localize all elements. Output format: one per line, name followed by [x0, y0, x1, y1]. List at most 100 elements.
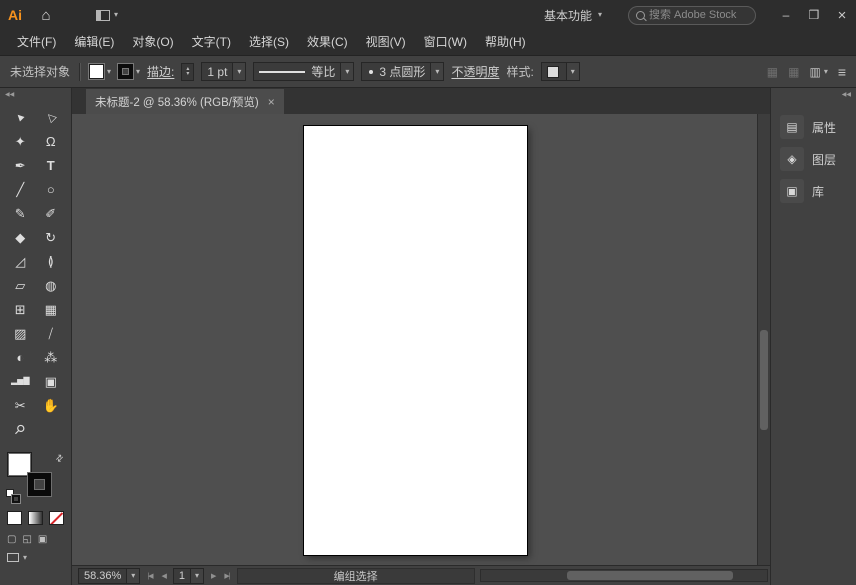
mesh-tool[interactable]: ▦ [36, 297, 67, 321]
symbol-sprayer-tool[interactable]: ⁂ [36, 345, 67, 369]
paintbrush-tool[interactable]: ✎ [5, 201, 36, 225]
blend-tool[interactable]: ◐ [5, 345, 36, 369]
minimize-button[interactable]: – [772, 0, 800, 30]
type-tool[interactable]: T [36, 153, 67, 177]
previous-artboard-button[interactable]: ◀ [160, 572, 168, 580]
menu-item[interactable]: 效果(C) [298, 30, 357, 55]
stroke-width-value: 1 pt [207, 64, 228, 79]
status-display[interactable]: 编组选择 [236, 567, 475, 584]
next-artboard-button[interactable]: ▶ [209, 572, 217, 580]
distribute-objects-icon[interactable]: ▦ [788, 65, 799, 79]
close-button[interactable]: × [828, 0, 856, 30]
screen-mode-icon [7, 553, 19, 562]
menu-item[interactable]: 文字(T) [183, 30, 240, 55]
menu-item[interactable]: 对象(O) [123, 30, 182, 55]
horizontal-scrollbar-thumb[interactable] [566, 571, 733, 580]
stroke-panel-link[interactable]: 描边: [147, 63, 174, 80]
panel-tab-properties[interactable]: ▤ 属性 [771, 113, 856, 141]
width-profile-select[interactable]: 等比 ▾ [253, 62, 355, 81]
document-tab[interactable]: 未标题-2 @ 58.36% (RGB/预览) × [86, 89, 284, 114]
swap-fill-stroke-button[interactable]: ⇄ [54, 452, 67, 465]
menu-item[interactable]: 窗口(W) [415, 30, 476, 55]
lasso-tool[interactable]: Ω [36, 129, 67, 153]
width-tool[interactable]: ≬ [36, 249, 67, 273]
first-icon: |◀ [147, 572, 153, 580]
pencil-tool[interactable]: ✐ [36, 201, 67, 225]
column-graph-tool[interactable]: ▂▅▇ [5, 369, 36, 393]
stroke-color-picker[interactable]: ▾ [118, 64, 140, 79]
search-input[interactable] [649, 9, 755, 21]
gradient-button[interactable] [28, 511, 43, 525]
menu-item[interactable]: 编辑(E) [65, 30, 123, 55]
gradient-tool[interactable]: ▨ [5, 321, 36, 345]
workspace-name: 基本功能 [543, 8, 592, 23]
pen-tool[interactable]: ✒ [5, 153, 36, 177]
magic-wand-tool[interactable]: ✦ [5, 129, 36, 153]
panel-tab-layers[interactable]: ◈ 图层 [771, 145, 856, 173]
eraser-tool[interactable]: ◆ [5, 225, 36, 249]
draw-behind-button[interactable]: ◱ [22, 534, 31, 545]
arrange-documents-button[interactable]: ▾ [92, 8, 122, 23]
fill-color-picker[interactable]: ▾ [89, 64, 111, 79]
draw-normal-button[interactable]: ▢ [7, 534, 16, 545]
direct-selection-tool[interactable]: △ [36, 105, 67, 129]
color-button[interactable] [7, 511, 22, 525]
artboard-tool[interactable]: ▣ [36, 369, 67, 393]
stock-search-box[interactable] [628, 5, 756, 25]
ellipse-tool[interactable]: ○ [36, 177, 67, 201]
artboard[interactable] [304, 126, 527, 555]
selection-tool[interactable]: ▲ [5, 105, 36, 129]
graphic-style-select[interactable]: ▾ [540, 62, 580, 81]
rotate-tool[interactable]: ↻ [36, 225, 67, 249]
stroke-color-swatch [118, 64, 134, 79]
opacity-panel-link[interactable]: 不透明度 [451, 63, 499, 80]
canvas[interactable] [72, 114, 770, 565]
panel-menu-button[interactable]: ≡ [838, 64, 846, 80]
app-logo: Ai [8, 7, 22, 23]
first-artboard-button[interactable]: |◀ [145, 572, 154, 580]
brush-definition-select[interactable]: 3 点圆形 ▾ [361, 62, 445, 81]
line-segment-tool[interactable]: ╱ [5, 177, 36, 201]
panel-options-button[interactable]: ▥ ▾ [809, 65, 827, 79]
vertical-scrollbar[interactable] [757, 114, 770, 565]
vertical-scrollbar-thumb[interactable] [760, 330, 768, 430]
menu-item[interactable]: 帮助(H) [476, 30, 535, 55]
panel-tab-label: 库 [812, 184, 825, 199]
graphic-style-swatch [546, 65, 559, 78]
illustrator-window: Ai ⌂ ▾ 基本功能 ▾ – ❒ × 文件(F)编辑(E)对象(O)文字(T)… [0, 0, 856, 585]
hand-tool[interactable]: ✋ [36, 393, 67, 417]
scale-tool[interactable]: ◿ [5, 249, 36, 273]
stroke-width-select[interactable]: 1 pt ▾ [201, 62, 247, 81]
menu-item[interactable]: 选择(S) [240, 30, 298, 55]
symbol-sprayer-tool-icon: ⁂ [44, 349, 58, 365]
stroke-width-stepper[interactable]: ▴ ▾ [181, 62, 195, 81]
chevron-down-icon: ▾ [126, 568, 140, 583]
expand-panels-button[interactable]: ◀◀ [771, 88, 856, 101]
artboard-navigation-select[interactable]: 1 ▾ [172, 567, 205, 584]
menu-item[interactable]: 文件(F) [8, 30, 65, 55]
tab-close-button[interactable]: × [268, 95, 275, 109]
free-transform-tool[interactable]: ▱ [5, 273, 36, 297]
align-objects-icon[interactable]: ▦ [767, 65, 778, 79]
maximize-button[interactable]: ❒ [800, 0, 828, 30]
menu-item[interactable]: 视图(V) [357, 30, 415, 55]
zoom-level-select[interactable]: 58.36% ▾ [78, 567, 141, 584]
eyedropper-tool[interactable]: ⧸ [36, 321, 67, 345]
default-colors-button[interactable] [6, 489, 20, 503]
panel-tab-libraries[interactable]: ▣ 库 [771, 177, 856, 205]
stroke-color-box[interactable] [28, 473, 51, 496]
arrange-documents-icon [96, 9, 110, 21]
perspective-grid-tool[interactable]: ⊞ [5, 297, 36, 321]
horizontal-scrollbar[interactable] [479, 569, 768, 582]
shape-builder-tool[interactable]: ◍ [36, 273, 67, 297]
change-screen-mode-button[interactable]: ▾ [7, 553, 71, 562]
draw-inside-button[interactable]: ▣ [38, 534, 47, 545]
none-button[interactable] [49, 511, 64, 525]
last-artboard-button[interactable]: ▶| [222, 572, 231, 580]
home-button[interactable]: ⌂ [34, 7, 58, 24]
workspace-switcher-button[interactable]: 基本功能 ▾ [536, 4, 610, 27]
collapse-toolbar-button[interactable]: ◀◀ [0, 88, 71, 101]
zoom-tool[interactable]: ⚲ [5, 417, 36, 441]
stepper-down-icon: ▾ [186, 70, 190, 77]
slice-tool[interactable]: ✂ [5, 393, 36, 417]
